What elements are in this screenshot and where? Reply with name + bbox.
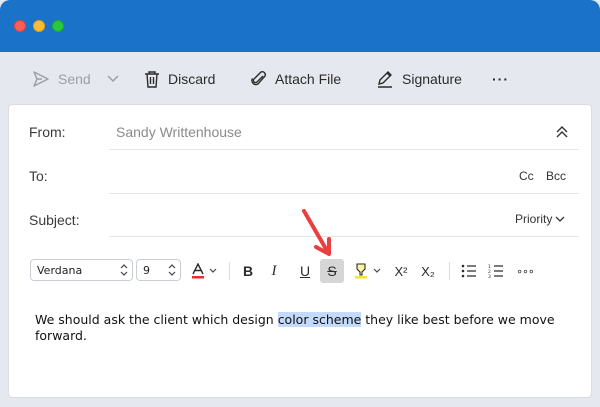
select-arrows-icon: [168, 264, 176, 276]
subject-label: Subject:: [29, 212, 80, 228]
priority-button[interactable]: Priority: [515, 212, 565, 226]
selected-text[interactable]: color scheme: [277, 312, 362, 327]
send-options-chevron-icon[interactable]: [107, 75, 119, 83]
bold-button[interactable]: B: [236, 259, 260, 283]
font-family-select[interactable]: Verdana: [30, 259, 133, 281]
collapse-header-icon[interactable]: [555, 125, 569, 144]
cc-button[interactable]: Cc: [519, 169, 534, 183]
font-color-dropdown[interactable]: [207, 259, 219, 283]
strikethrough-button[interactable]: S: [320, 259, 344, 283]
italic-button[interactable]: I: [262, 259, 286, 283]
zoom-window-button[interactable]: [52, 20, 64, 32]
paperclip-icon: [251, 70, 267, 88]
font-size-select[interactable]: 9: [136, 259, 181, 281]
highlight-dropdown[interactable]: [371, 259, 383, 283]
subject-divider: [109, 236, 579, 237]
to-label: To:: [29, 168, 48, 184]
window-titlebar: [0, 0, 600, 52]
numbered-list-icon: 123: [488, 264, 503, 278]
svg-text:3: 3: [488, 274, 491, 278]
more-options-button[interactable]: ···: [492, 68, 509, 90]
more-format-button[interactable]: ∘∘∘: [511, 259, 539, 283]
body-text-before: We should ask the client which design: [35, 312, 278, 327]
attach-file-button[interactable]: Attach File: [251, 68, 341, 90]
attach-file-label: Attach File: [275, 71, 342, 87]
format-divider: [229, 262, 230, 280]
send-icon: [32, 70, 50, 88]
font-color-icon: [192, 263, 204, 279]
highlight-button[interactable]: [349, 259, 373, 283]
chevron-down-icon: [373, 268, 381, 273]
subscript-button[interactable]: X₂: [416, 259, 440, 283]
annotation-arrow-icon: [302, 209, 331, 256]
signature-label: Signature: [402, 71, 462, 87]
bullet-list-icon: [461, 264, 476, 278]
font-family-value: Verdana: [37, 263, 83, 277]
discard-label: Discard: [168, 71, 216, 87]
trash-icon: [144, 70, 160, 88]
from-divider: [109, 149, 579, 150]
from-label: From:: [29, 124, 66, 140]
select-arrows-icon: [120, 264, 128, 276]
bulleted-list-button[interactable]: [457, 259, 481, 283]
priority-label: Priority: [515, 212, 553, 226]
from-field[interactable]: Sandy Writtenhouse: [116, 124, 242, 140]
font-size-value: 9: [143, 263, 150, 277]
underline-button[interactable]: U: [293, 259, 317, 283]
highlighter-icon: [355, 263, 367, 279]
close-window-button[interactable]: [14, 20, 26, 32]
to-field[interactable]: [109, 161, 499, 189]
compose-toolbar: Send Discard Attach File Signature ···: [0, 52, 600, 104]
message-body[interactable]: We should ask the client which design co…: [35, 312, 555, 344]
pen-icon: [376, 70, 394, 88]
discard-button[interactable]: Discard: [144, 68, 215, 90]
more-icon: ···: [492, 71, 509, 87]
priority-chevron-icon: [555, 212, 565, 226]
send-label: Send: [58, 71, 91, 87]
minimize-window-button[interactable]: [33, 20, 45, 32]
superscript-button[interactable]: X²: [389, 259, 413, 283]
to-divider: [109, 193, 579, 194]
chevron-down-icon: [209, 268, 217, 273]
signature-button[interactable]: Signature: [376, 68, 462, 90]
send-button[interactable]: Send: [32, 68, 119, 90]
format-divider: [449, 262, 450, 280]
numbered-list-button[interactable]: 123: [484, 259, 508, 283]
bcc-button[interactable]: Bcc: [546, 169, 566, 183]
